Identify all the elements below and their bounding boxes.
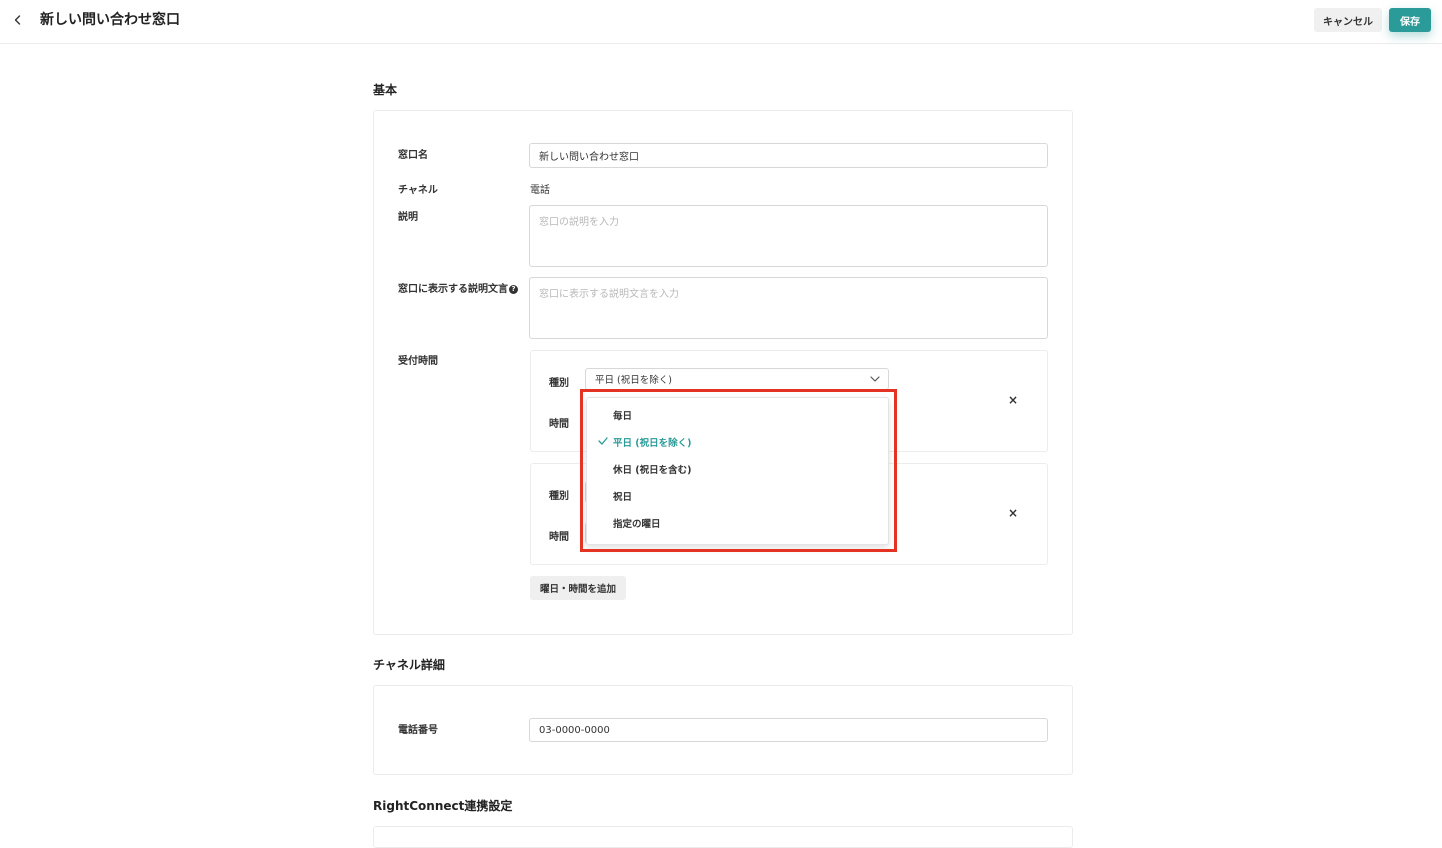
page-title: 新しい問い合わせ窓口: [40, 12, 180, 28]
section-title-basic: 基本: [373, 83, 398, 97]
section-title-channel-detail: チャネル詳細: [373, 658, 445, 672]
channel-label: チャネル: [398, 185, 438, 196]
dropdown-option-weekdays-label: 平日 (祝日を除く): [613, 438, 692, 449]
display-text-label-text: 窓口に表示する説明文言: [398, 284, 508, 295]
window-name-input[interactable]: 新しい問い合わせ窓口: [529, 143, 1048, 168]
help-icon[interactable]: ?: [509, 285, 518, 294]
channel-value: 電話: [530, 185, 550, 196]
display-text-label: 窓口に表示する説明文言?: [398, 280, 518, 295]
phone-number-input[interactable]: 03-0000-0000: [529, 718, 1048, 742]
slot1-type-select[interactable]: 平日 (祝日を除く): [585, 368, 889, 390]
check-icon: [598, 437, 608, 445]
window-name-label: 窓口名: [398, 150, 428, 161]
chevron-down-icon: [870, 376, 880, 382]
dropdown-option-specific-days[interactable]: 指定の曜日: [587, 510, 888, 536]
chevron-left-icon[interactable]: [12, 13, 24, 27]
top-bar: 新しい問い合わせ窓口 キャンセル 保存: [0, 0, 1442, 44]
description-textarea[interactable]: 窓口の説明を入力: [529, 205, 1048, 267]
slot2-type-label: 種別: [549, 491, 569, 502]
dropdown-option-everyday[interactable]: 毎日: [587, 402, 888, 428]
slot2-time-label: 時間: [549, 532, 569, 543]
slot2-remove-icon[interactable]: ×: [1008, 506, 1018, 520]
slot1-type-value: 平日 (祝日を除く): [595, 375, 672, 386]
rightconnect-card: [373, 826, 1073, 848]
phone-number-label: 電話番号: [398, 725, 438, 736]
display-text-textarea[interactable]: 窓口に表示する説明文言を入力: [529, 277, 1048, 339]
slot1-time-label: 時間: [549, 419, 569, 430]
type-dropdown-menu: 毎日 平日 (祝日を除く) 休日 (祝日を含む) 祝日 指定の曜日: [586, 397, 889, 545]
dropdown-option-holidays-weekend[interactable]: 休日 (祝日を含む): [587, 456, 888, 482]
section-title-rightconnect: RightConnect連携設定: [373, 799, 513, 813]
slot1-type-label: 種別: [549, 378, 569, 389]
description-label: 説明: [398, 212, 418, 223]
cancel-button[interactable]: キャンセル: [1314, 8, 1382, 32]
dropdown-option-public-holidays[interactable]: 祝日: [587, 483, 888, 509]
reception-hours-label: 受付時間: [398, 356, 438, 367]
dropdown-option-weekdays[interactable]: 平日 (祝日を除く): [587, 429, 888, 455]
save-button[interactable]: 保存: [1389, 8, 1431, 32]
slot1-remove-icon[interactable]: ×: [1008, 393, 1018, 407]
add-day-time-button[interactable]: 曜日・時間を追加: [530, 576, 626, 600]
